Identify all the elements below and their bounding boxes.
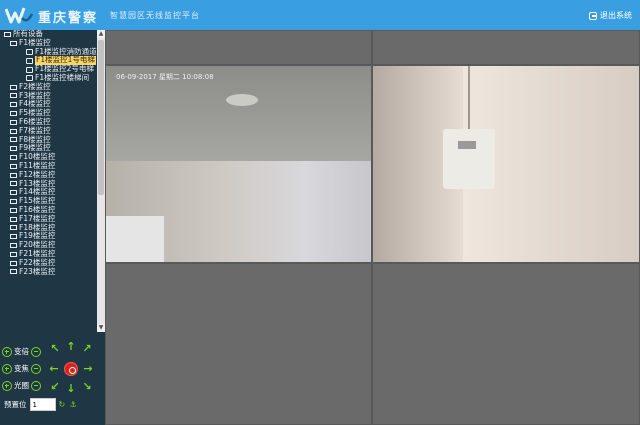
- video-grid: 06-09-2017 星期二 10:08:08: [105, 30, 640, 425]
- platform-title: 智慧园区无线监控平台: [110, 11, 200, 20]
- sidebar: 所有设备 F1楼监控 F1楼监控消防通道 F1楼监控1号电梯 F1楼监控2号电梯…: [0, 30, 105, 425]
- folder-icon: [10, 181, 17, 187]
- focus-out-icon[interactable]: [31, 363, 41, 374]
- zoom-control: 变倍: [2, 346, 41, 357]
- iris-label: 光圈: [14, 381, 29, 390]
- video-cell-empty[interactable]: [372, 30, 640, 65]
- tree-scrollbar[interactable]: ▲ ▼: [97, 30, 105, 332]
- zoom-out-icon[interactable]: [31, 346, 41, 357]
- folder-icon: [10, 146, 17, 152]
- folder-icon: [10, 102, 17, 108]
- folder-icon: [10, 216, 17, 222]
- folder-icon: [10, 40, 17, 46]
- folder-icon: [10, 190, 17, 196]
- folder-icon: [10, 137, 17, 143]
- ptz-left-icon[interactable]: ←: [49, 363, 59, 374]
- folder-icon: [10, 172, 17, 178]
- scroll-up-icon[interactable]: ▲: [97, 30, 105, 38]
- iris-close-icon[interactable]: [31, 380, 41, 391]
- folder-icon: [10, 155, 17, 161]
- camera-icon: [26, 48, 33, 55]
- top-header: 重庆警察 智慧园区无线监控平台 退出系统: [0, 0, 640, 30]
- zoom-label: 变倍: [14, 347, 29, 356]
- ptz-up-icon[interactable]: ↑: [66, 341, 76, 352]
- ptz-down-right-icon[interactable]: ↘: [82, 381, 92, 392]
- folder-icon: [4, 31, 11, 37]
- video-scene-device-screen: [458, 141, 476, 149]
- tree-floor[interactable]: F23楼监控: [0, 267, 97, 277]
- iris-control: 光圈: [2, 380, 41, 391]
- focus-control: 变焦: [2, 363, 41, 374]
- ptz-stop-icon[interactable]: [64, 362, 78, 376]
- preset-label: 预置位: [4, 400, 27, 409]
- preset-input[interactable]: [29, 398, 56, 411]
- app-logo-icon: [5, 7, 33, 24]
- scroll-down-icon[interactable]: ▼: [97, 324, 105, 332]
- camera-icon: [26, 57, 33, 64]
- folder-icon: [10, 234, 17, 240]
- ptz-down-left-icon[interactable]: ↙: [50, 381, 60, 392]
- ptz-up-left-icon[interactable]: ↖: [50, 343, 60, 354]
- folder-icon: [10, 163, 17, 169]
- folder-icon: [10, 207, 17, 213]
- logout-button[interactable]: 退出系统: [589, 10, 632, 21]
- video-feed-2[interactable]: [372, 65, 640, 263]
- logout-label: 退出系统: [600, 11, 632, 20]
- camera-icon: [26, 75, 33, 82]
- preset-save-icon[interactable]: ⚓: [70, 400, 78, 409]
- video-cell-empty[interactable]: [372, 263, 640, 425]
- brand-name: 重庆警察: [38, 11, 99, 26]
- video-cell-empty[interactable]: [105, 30, 372, 65]
- preset-call-icon[interactable]: ↻: [59, 400, 67, 409]
- camera-icon: [26, 66, 33, 73]
- video-cell-empty[interactable]: [105, 263, 372, 425]
- focus-label: 变焦: [14, 364, 29, 373]
- folder-icon: [10, 93, 17, 99]
- folder-icon: [10, 260, 17, 266]
- iris-open-icon[interactable]: [2, 380, 12, 391]
- scroll-thumb[interactable]: [98, 40, 104, 195]
- video-scene-cable: [468, 66, 470, 129]
- folder-icon: [10, 243, 17, 249]
- folder-icon: [10, 199, 17, 205]
- ptz-up-right-icon[interactable]: ↗: [82, 343, 92, 354]
- focus-in-icon[interactable]: [2, 363, 12, 374]
- ptz-down-icon[interactable]: ↓: [66, 383, 76, 394]
- folder-icon: [10, 128, 17, 134]
- video-feed-1[interactable]: 06-09-2017 星期二 10:08:08: [105, 65, 372, 263]
- ptz-control-panel: 变倍 变焦 光圈 ↖ ↑ ↗ ← → ↙ ↓ ↘: [0, 341, 105, 425]
- folder-icon: [10, 84, 17, 90]
- folder-icon: [10, 269, 17, 275]
- logout-icon: [589, 11, 597, 20]
- ptz-right-icon[interactable]: →: [83, 363, 93, 374]
- video-osd-timestamp: 06-09-2017 星期二 10:08:08: [116, 73, 214, 81]
- preset-row: 预置位 ↻ ⚓: [4, 398, 78, 411]
- folder-icon: [10, 111, 17, 117]
- device-tree: 所有设备 F1楼监控 F1楼监控消防通道 F1楼监控1号电梯 F1楼监控2号电梯…: [0, 30, 97, 332]
- zoom-in-icon[interactable]: [2, 346, 12, 357]
- folder-icon: [10, 119, 17, 125]
- folder-icon: [10, 251, 17, 257]
- video-scene-device: [443, 129, 495, 189]
- video-scene-door: [106, 216, 164, 262]
- video-scene-lamp: [226, 94, 258, 106]
- folder-icon: [10, 225, 17, 231]
